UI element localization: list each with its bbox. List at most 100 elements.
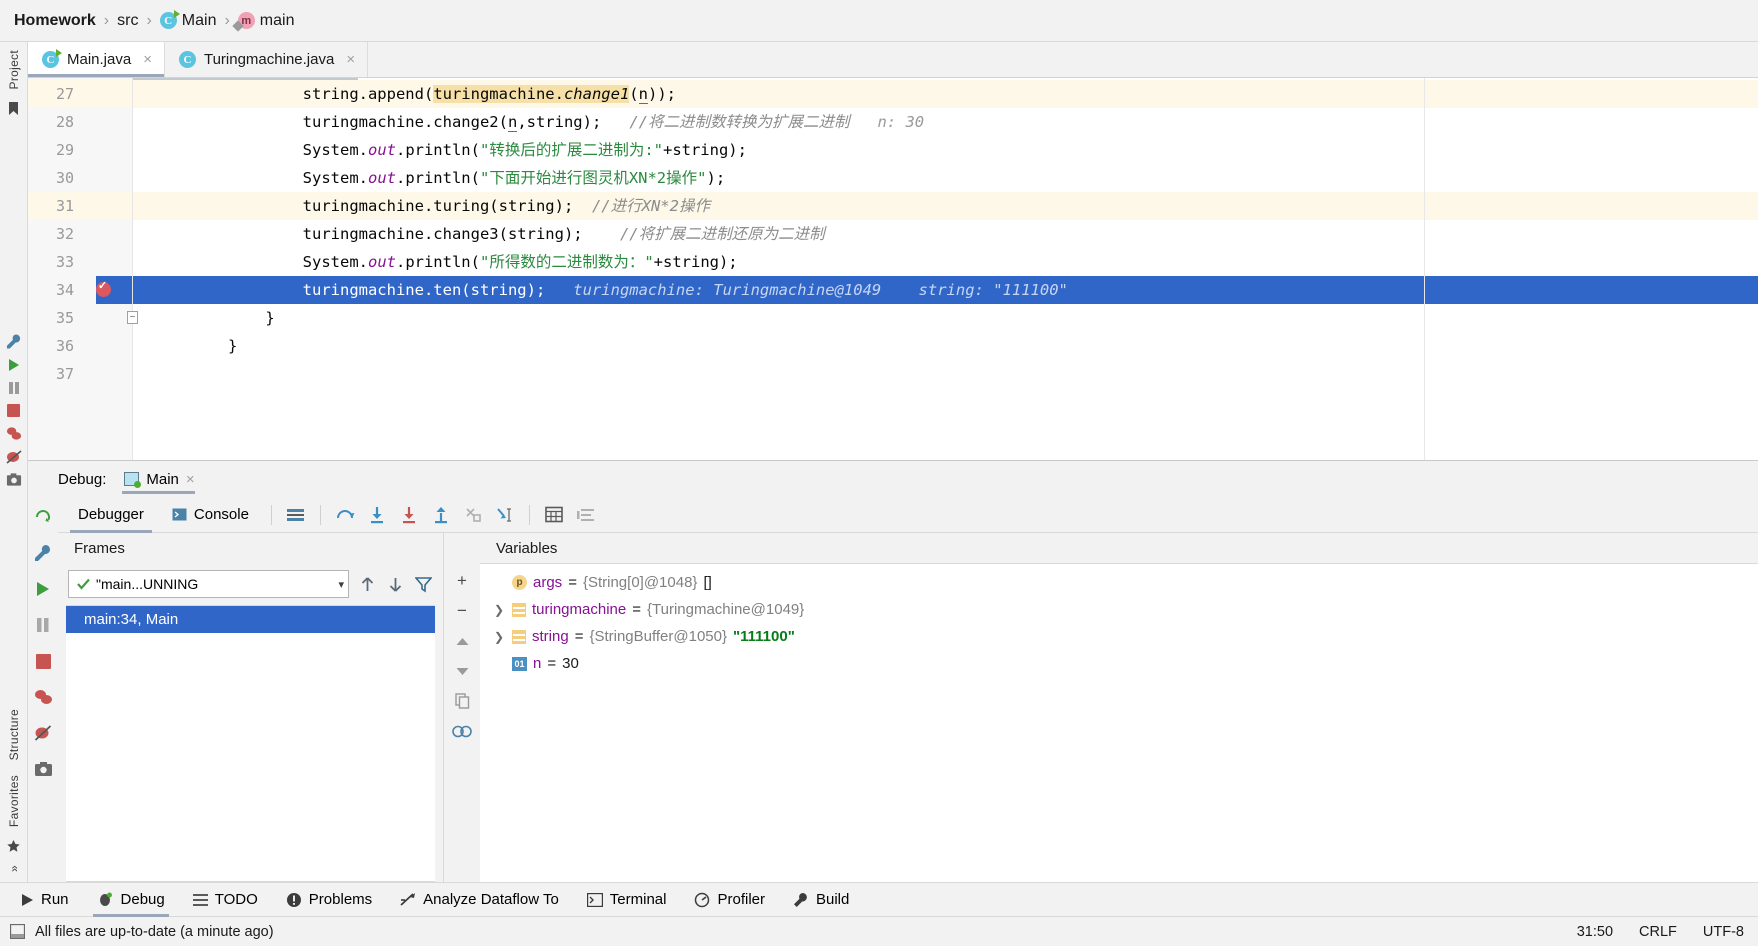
step-into-icon[interactable]: [364, 502, 390, 528]
bottom-tab-analyze-dataflow[interactable]: Analyze Dataflow To: [388, 883, 571, 917]
bottom-tab-terminal[interactable]: Terminal: [575, 883, 679, 917]
expand-chevron-icon[interactable]: ❯: [492, 630, 506, 644]
resume-program-icon[interactable]: [6, 357, 22, 373]
breadcrumb-item-src[interactable]: src: [117, 12, 138, 30]
code-editor[interactable]: 272829303132333435−3637 string.append(tu…: [28, 78, 1758, 461]
breadcrumb-item-class[interactable]: C Main: [159, 10, 216, 30]
variables-list[interactable]: p args = {String[0]@1048} [] ❯ turingmachin…: [480, 563, 1758, 882]
arrow-up-icon[interactable]: [357, 574, 377, 594]
coverage-icon[interactable]: [6, 426, 22, 442]
frame-row[interactable]: main:34, Main: [66, 606, 435, 633]
tab-console[interactable]: Console: [158, 497, 263, 533]
run-to-cursor-icon[interactable]: [492, 502, 518, 528]
code-line[interactable]: }: [133, 304, 1758, 332]
caret-position[interactable]: 31:50: [1577, 924, 1613, 940]
line-separator[interactable]: CRLF: [1639, 924, 1677, 940]
inspect-icon[interactable]: [450, 719, 474, 743]
tab-debugger[interactable]: Debugger: [64, 497, 158, 533]
camera-icon[interactable]: [33, 759, 53, 779]
bottom-tab-debug[interactable]: Debug: [85, 883, 177, 917]
settings-wrench-icon[interactable]: [33, 543, 53, 563]
variable-row[interactable]: ❯ turingmachine = {Turingmachine@1049}: [480, 596, 1758, 623]
breakpoint-icon[interactable]: [96, 279, 111, 297]
code-line[interactable]: turingmachine.turing(string); //进行XN*2操作: [133, 192, 1758, 220]
code-token: turingmachine.ten(string);: [228, 281, 546, 299]
sort-values-icon[interactable]: [573, 502, 599, 528]
step-over-icon[interactable]: [332, 502, 358, 528]
code-line[interactable]: System.out.println("下面开始进行图灵机XN*2操作");: [133, 164, 1758, 192]
event-log-icon[interactable]: [10, 924, 25, 939]
editor-tab-main-java[interactable]: C Main.java ×: [28, 42, 165, 77]
bottom-tab-todo[interactable]: TODO: [181, 883, 270, 917]
code-content[interactable]: string.append(turingmachine.change1(n));…: [133, 78, 1758, 460]
debug-session-tab[interactable]: Main ×: [120, 461, 202, 497]
bottom-tab-profiler[interactable]: Profiler: [682, 883, 777, 917]
code-line[interactable]: System.out.println("所得数的二进制数为："+string);: [133, 248, 1758, 276]
variable-row[interactable]: 01 n = 30: [480, 650, 1758, 677]
variable-row[interactable]: p args = {String[0]@1048} []: [480, 569, 1758, 596]
frames-list[interactable]: main:34, Main: [66, 605, 435, 882]
editor-tab-bar: C Main.java × C Turingmachine.java ×: [28, 42, 1758, 78]
close-icon[interactable]: ×: [186, 471, 195, 488]
code-line[interactable]: turingmachine.change2(n,string); //将二进制数…: [133, 108, 1758, 136]
move-up-icon[interactable]: [450, 629, 474, 653]
star-icon[interactable]: [6, 838, 22, 854]
breadcrumb-separator: ›: [224, 11, 230, 29]
stop-icon[interactable]: [33, 651, 53, 671]
pause-program-icon[interactable]: [6, 380, 22, 396]
method-icon: m: [237, 12, 255, 29]
arrow-down-icon[interactable]: [385, 574, 405, 594]
code-line[interactable]: turingmachine.change3(string); //将扩展二进制还…: [133, 220, 1758, 248]
move-down-icon[interactable]: [450, 659, 474, 683]
right-margin-line: [1424, 78, 1425, 460]
editor-tab-turingmachine-java[interactable]: C Turingmachine.java ×: [165, 42, 369, 77]
stop-program-icon[interactable]: [6, 403, 22, 419]
expand-chevron-icon[interactable]: ❯: [492, 603, 506, 617]
add-watch-icon[interactable]: +: [450, 569, 474, 593]
tool-button-favorites[interactable]: Favorites: [7, 771, 21, 831]
close-icon[interactable]: ×: [346, 51, 355, 68]
chevron-down-icon[interactable]: ▾: [338, 578, 344, 591]
code-token: change1: [563, 85, 630, 103]
variable-equals: =: [568, 574, 577, 591]
bookmark-icon[interactable]: [6, 100, 22, 116]
close-icon[interactable]: ×: [143, 51, 152, 68]
camera-icon[interactable]: [6, 472, 22, 488]
thread-selector[interactable]: "main...UNNING ▾: [68, 570, 349, 598]
code-line[interactable]: [133, 360, 1758, 388]
file-encoding[interactable]: UTF-8: [1703, 924, 1744, 940]
drop-frame-icon[interactable]: [460, 502, 486, 528]
resume-icon[interactable]: [33, 579, 53, 599]
wrench-icon[interactable]: [6, 334, 22, 350]
breadcrumb-item-project[interactable]: Homework: [14, 12, 96, 30]
left-tool-strip: Project Structure Favorites »: [0, 42, 28, 882]
coverage-icon[interactable]: [33, 687, 53, 707]
step-out-icon[interactable]: [428, 502, 454, 528]
pause-icon[interactable]: [33, 615, 53, 635]
code-line[interactable]: }: [133, 332, 1758, 360]
code-line[interactable]: System.out.println("转换后的扩展二进制为:"+string)…: [133, 136, 1758, 164]
force-step-into-icon[interactable]: [396, 502, 422, 528]
code-line[interactable]: string.append(turingmachine.change1(n));: [133, 80, 1758, 108]
code-line[interactable]: turingmachine.ten(string); turingmachine…: [133, 276, 1758, 304]
copy-icon[interactable]: [450, 689, 474, 713]
toolbar-separator: [319, 504, 321, 525]
code-token: .println(: [395, 253, 480, 271]
mute-icon[interactable]: [33, 723, 53, 743]
bottom-tab-problems[interactable]: Problems: [274, 883, 384, 917]
tool-button-project[interactable]: Project: [7, 46, 21, 93]
variable-row[interactable]: ❯ string = {StringBuffer@1050} "111100": [480, 623, 1758, 650]
editor-gutter[interactable]: 272829303132333435−3637: [28, 78, 138, 460]
breadcrumb-item-method[interactable]: m main: [237, 12, 294, 30]
tool-button-structure[interactable]: Structure: [7, 705, 21, 764]
toolbar-separator: [270, 504, 272, 525]
bottom-tab-run[interactable]: Run: [8, 883, 81, 917]
rerun-icon[interactable]: [33, 507, 53, 527]
more-tool-windows-button[interactable]: »: [7, 861, 21, 876]
evaluate-expression-icon[interactable]: [541, 502, 567, 528]
filter-icon[interactable]: [413, 574, 433, 594]
mute-breakpoints-icon[interactable]: [5, 449, 22, 465]
bottom-tab-build[interactable]: Build: [781, 883, 861, 917]
layout-settings-icon[interactable]: [283, 502, 309, 528]
remove-watch-icon[interactable]: −: [450, 599, 474, 623]
